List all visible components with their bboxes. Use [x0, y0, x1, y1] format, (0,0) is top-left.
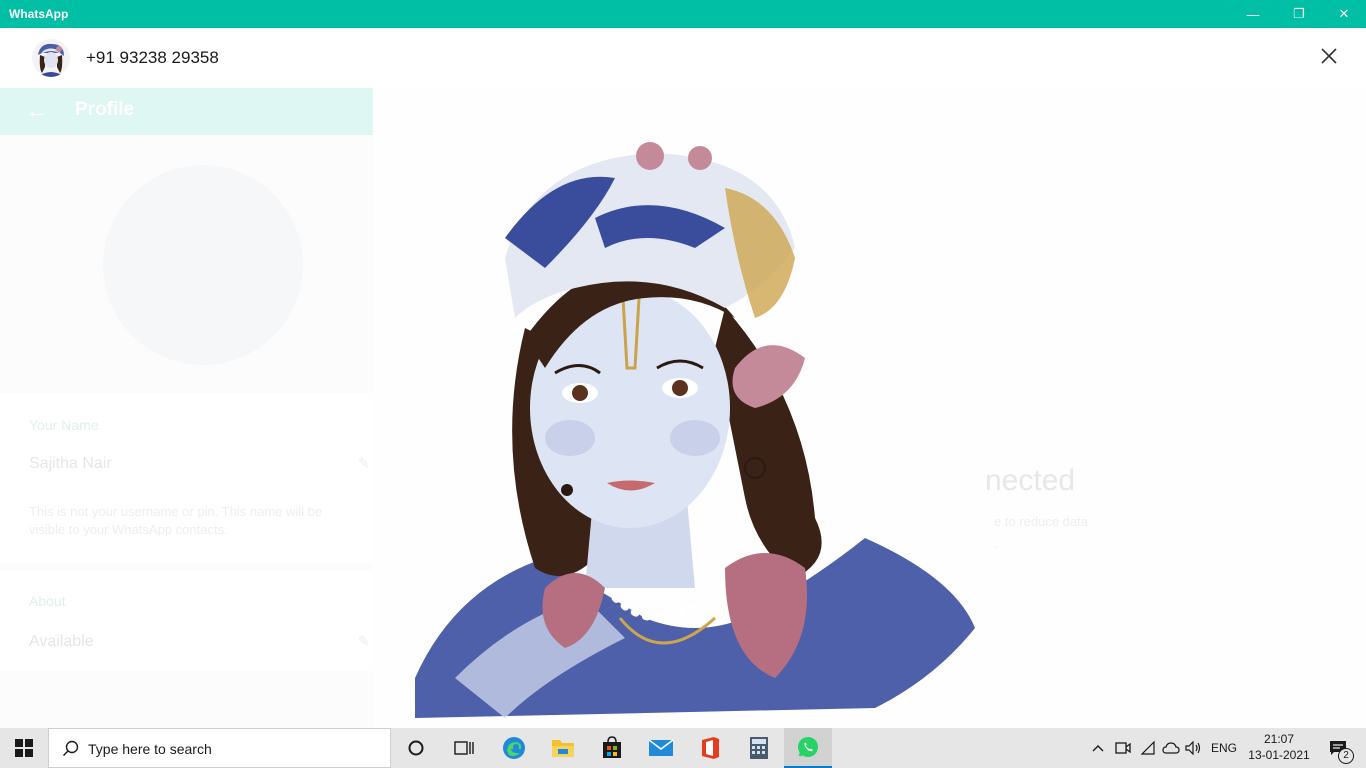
- search-icon: [62, 740, 79, 757]
- notification-count-badge: 2: [1338, 748, 1354, 764]
- meet-now-button[interactable]: [1112, 728, 1134, 768]
- whatsapp-icon: [798, 737, 818, 757]
- file-explorer-taskbar-button[interactable]: [539, 728, 587, 768]
- windows-start-icon: [15, 739, 33, 757]
- profile-avatar[interactable]: [103, 165, 303, 365]
- taskbar-clock[interactable]: 21:07 13-01-2021: [1243, 731, 1315, 763]
- connection-heading: nected: [985, 464, 1076, 497]
- edge-icon: [503, 737, 525, 759]
- mail-icon: [648, 739, 674, 756]
- about-label: About: [29, 593, 66, 609]
- edit-name-pencil-icon[interactable]: ✎: [358, 455, 370, 472]
- connection-text-line-1: e to reduce data: [994, 514, 1088, 529]
- start-button[interactable]: [0, 728, 48, 768]
- taskbar-search-box[interactable]: Type here to search: [48, 728, 391, 768]
- contact-name: +91 93238 29358: [86, 48, 219, 67]
- restore-button[interactable]: ❐: [1276, 0, 1322, 28]
- input-language-button[interactable]: ENG: [1206, 728, 1242, 768]
- cortana-button[interactable]: [392, 728, 440, 768]
- cortana-icon: [408, 740, 424, 756]
- search-placeholder: Type here to search: [88, 741, 212, 757]
- store-icon: [603, 736, 621, 758]
- taskbar: Type here to search ENG 21:07 13-01-2021…: [0, 728, 1366, 768]
- name-value: Sajitha Nair: [29, 455, 112, 472]
- network-button[interactable]: [1137, 728, 1159, 768]
- clock-date: 13-01-2021: [1248, 748, 1310, 762]
- contact-avatar[interactable]: [32, 39, 70, 77]
- minimize-button[interactable]: —: [1230, 0, 1276, 28]
- close-icon: [1321, 48, 1337, 64]
- profile-title: Profile: [75, 99, 135, 120]
- name-note: This is not your username or pin. This n…: [29, 504, 323, 537]
- connection-text-line-2: .: [994, 536, 998, 551]
- app-area: ← Profile Your Name Sajitha Nair ✎ This …: [0, 28, 1366, 728]
- profile-photo-full: [415, 142, 975, 718]
- calculator-icon: [750, 737, 768, 759]
- about-section: About Available ✎: [0, 571, 373, 671]
- name-section: Your Name Sajitha Nair ✎ This is not you…: [0, 393, 373, 563]
- clock-time: 21:07: [1263, 732, 1295, 746]
- title-bar: WhatsApp — ❐ ✕: [0, 0, 1366, 28]
- window-title: WhatsApp: [9, 7, 69, 21]
- speaker-icon: [1185, 741, 1201, 755]
- calculator-taskbar-button[interactable]: [735, 728, 783, 768]
- close-window-button[interactable]: ✕: [1321, 0, 1366, 28]
- cloud-icon: [1162, 742, 1180, 754]
- profile-header: ← Profile: [0, 88, 373, 135]
- volume-button[interactable]: [1183, 728, 1205, 768]
- whatsapp-taskbar-button[interactable]: [784, 728, 832, 768]
- close-viewer-button[interactable]: [1315, 42, 1343, 70]
- chevron-up-icon: [1092, 745, 1104, 752]
- action-center-button[interactable]: 2: [1318, 728, 1358, 768]
- file-explorer-icon: [552, 740, 574, 757]
- image-viewer-header: +91 93238 29358: [0, 28, 1366, 88]
- onedrive-button[interactable]: [1160, 728, 1182, 768]
- mail-taskbar-button[interactable]: [637, 728, 685, 768]
- edit-about-pencil-icon[interactable]: ✎: [358, 633, 370, 650]
- task-view-icon: [454, 741, 474, 755]
- office-taskbar-button[interactable]: [686, 728, 734, 768]
- restore-icon: ❐: [1293, 6, 1305, 21]
- task-view-button[interactable]: [440, 728, 488, 768]
- profile-panel: Your Name Sajitha Nair ✎ This is not you…: [0, 135, 373, 728]
- store-taskbar-button[interactable]: [588, 728, 636, 768]
- show-hidden-icons-button[interactable]: [1088, 728, 1108, 768]
- name-label: Your Name: [29, 417, 99, 433]
- video-camera-icon: [1115, 742, 1131, 754]
- close-icon: ✕: [1338, 6, 1350, 21]
- office-icon: [702, 737, 719, 759]
- minimize-icon: —: [1246, 6, 1260, 22]
- about-value: Available: [29, 633, 94, 650]
- edge-taskbar-button[interactable]: [490, 728, 538, 768]
- back-arrow-icon[interactable]: ←: [26, 98, 48, 124]
- wifi-icon: [1140, 741, 1155, 755]
